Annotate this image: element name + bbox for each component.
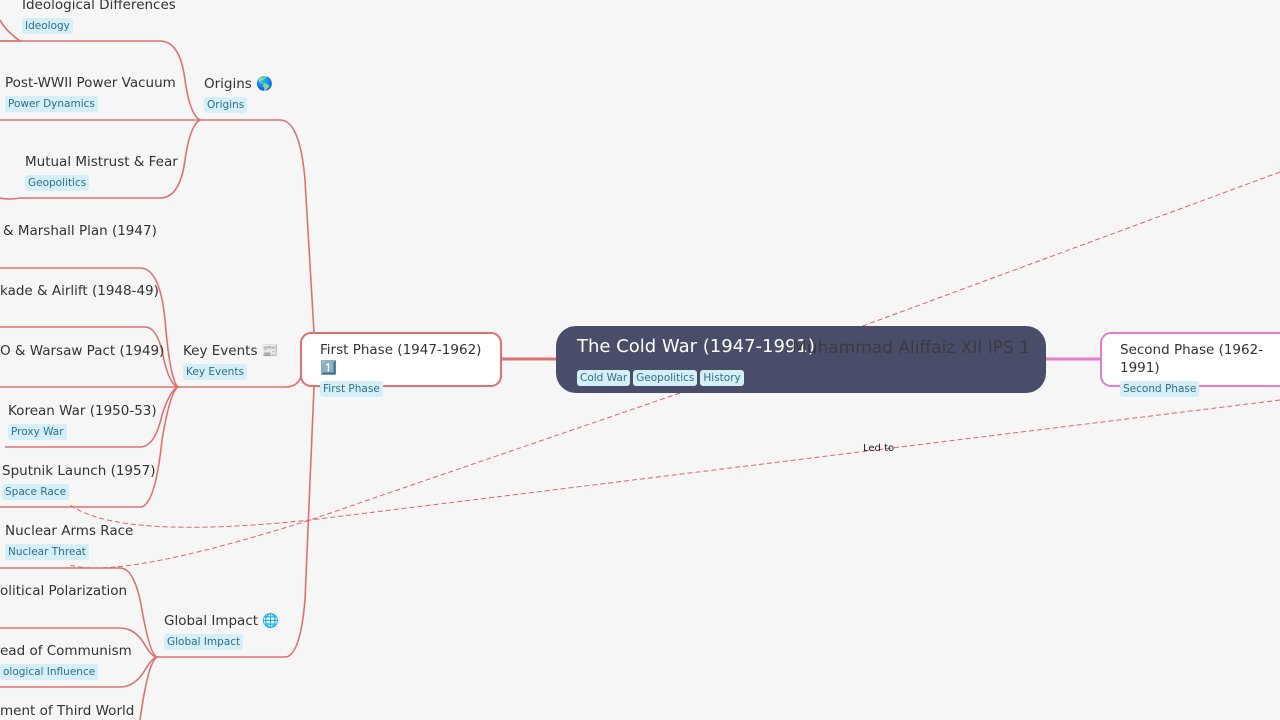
leaf-node[interactable]: Ideological Differences Ideology xyxy=(22,0,176,34)
node-title: Korean War (1950-53) xyxy=(8,403,157,419)
tag: Geopolitics xyxy=(633,370,698,386)
node-title: Mutual Mistrust & Fear xyxy=(25,154,178,170)
tag: Second Phase xyxy=(1120,381,1200,397)
global-impact-node[interactable]: Global Impact 🌐 Global Impact xyxy=(164,612,279,650)
central-author: Muhammad Aliffaiz XII IPS 1 xyxy=(792,338,1030,358)
leaf-node[interactable]: Mutual Mistrust & Fear Geopolitics xyxy=(25,153,178,191)
tag: Cold War xyxy=(577,370,631,386)
leaf-node[interactable]: & Marshall Plan (1947) xyxy=(3,222,157,240)
node-title: Second Phase (1962-1991) xyxy=(1120,342,1264,376)
node-title: ead of Communism xyxy=(0,643,132,659)
node-title: & Marshall Plan (1947) xyxy=(3,223,157,239)
tag: Power Dynamics xyxy=(5,96,98,112)
central-title: The Cold War (1947-1991) xyxy=(577,336,815,357)
tag: Space Race xyxy=(2,484,70,500)
tag: ological Influence xyxy=(0,664,99,680)
node-title: O & Warsaw Pact (1949) xyxy=(0,343,165,359)
tag: Ideology xyxy=(22,18,73,34)
key-events-node[interactable]: Key Events 📰 Key Events xyxy=(183,342,279,380)
tag: Key Events xyxy=(183,364,247,380)
node-title: Ideological Differences xyxy=(22,0,176,13)
leaf-node[interactable]: olitical Polarization xyxy=(0,582,127,600)
relation-line xyxy=(859,171,1280,328)
origins-node[interactable]: Origins 🌎 Origins xyxy=(204,75,273,113)
node-title: First Phase (1947-1962) 1️⃣ xyxy=(320,342,482,376)
leaf-node[interactable]: Korean War (1950-53) Proxy War xyxy=(8,402,157,440)
node-title: ment of Third World xyxy=(0,703,135,719)
node-title: Global Impact 🌐 xyxy=(164,613,280,629)
node-title: Origins 🌎 xyxy=(204,76,273,92)
leaf-node[interactable]: Post-WWII Power Vacuum Power Dynamics xyxy=(5,74,176,112)
second-phase-node[interactable]: Second Phase (1962-1991) Second Phase xyxy=(1100,332,1280,397)
tag: Global Impact xyxy=(164,634,244,650)
node-title: Sputnik Launch (1957) xyxy=(2,463,156,479)
tag: Proxy War xyxy=(8,424,67,440)
tag: Nuclear Threat xyxy=(5,544,89,560)
leaf-node[interactable]: ead of Communism ological Influence xyxy=(0,642,132,680)
central-topic[interactable]: The Cold War (1947-1991) Muhammad Aliffa… xyxy=(556,326,1046,393)
tag: History xyxy=(700,370,744,386)
node-title: Post-WWII Power Vacuum xyxy=(5,75,176,91)
relation-label: Led to xyxy=(863,443,895,454)
leaf-node[interactable]: kade & Airlift (1948-49) xyxy=(0,282,159,300)
node-title: kade & Airlift (1948-49) xyxy=(0,283,159,299)
node-title: Key Events 📰 xyxy=(183,343,279,359)
tag: First Phase xyxy=(320,381,383,397)
node-title: Nuclear Arms Race xyxy=(5,523,134,539)
tag: Geopolitics xyxy=(25,175,90,191)
node-title: olitical Polarization xyxy=(0,583,128,599)
leaf-node[interactable]: Nuclear Arms Race Nuclear Threat xyxy=(5,522,133,560)
branch-line-origins xyxy=(200,119,315,333)
relation-line-led-to xyxy=(69,399,1280,528)
leaf-node[interactable]: Sputnik Launch (1957) Space Race xyxy=(2,462,155,500)
first-phase-node[interactable]: First Phase (1947-1962) 1️⃣ First Phase xyxy=(300,332,502,397)
leaf-node[interactable]: ment of Third World xyxy=(0,702,134,720)
leaf-node[interactable]: O & Warsaw Pact (1949) xyxy=(0,342,164,360)
tag: Origins xyxy=(204,97,248,113)
